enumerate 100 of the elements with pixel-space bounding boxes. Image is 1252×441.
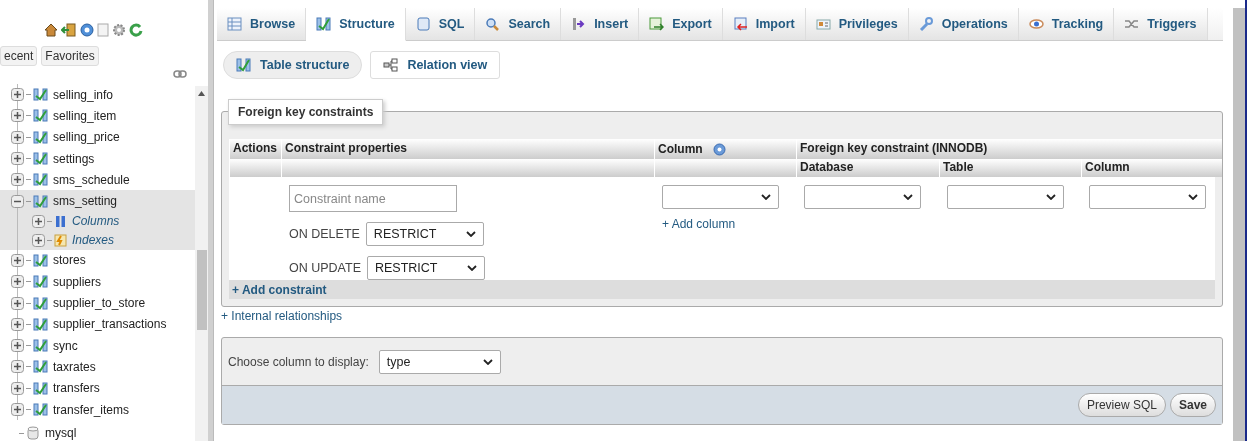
help-icon[interactable] [80,23,94,37]
expand-icon[interactable] [11,130,24,144]
database-name-link[interactable]: mysql [45,426,77,441]
tab[interactable]: Search [475,8,562,40]
table-icon[interactable] [33,339,48,353]
tab[interactable]: Triggers [1114,8,1208,40]
scroll-up-icon[interactable] [198,91,205,96]
gear-icon[interactable] [112,23,126,37]
scrollbar[interactable] [195,86,208,441]
table-name-link[interactable]: settings [53,151,95,166]
expand-icon[interactable] [32,233,45,247]
display-label: Choose column to display: [228,354,369,369]
expand-icon[interactable] [32,214,45,228]
sidebar-tab[interactable]: ecent [0,46,38,66]
reload-icon[interactable] [129,23,143,37]
column-dropdown[interactable] [662,185,779,209]
table-icon[interactable] [33,130,48,144]
tab[interactable]: Operations [908,8,1019,40]
table-name-link[interactable]: sms_setting [53,194,118,209]
on-update-dropdown[interactable]: RESTRICT [367,256,485,280]
table-icon[interactable] [33,381,48,395]
table-name-link[interactable]: transfer_items [53,402,130,417]
expand-icon[interactable] [11,109,24,123]
preview-button[interactable]: Preview SQL [1077,393,1166,417]
wrench-icon [918,17,934,31]
table-icon[interactable] [33,194,48,208]
tab[interactable]: Structure [306,8,406,41]
chevron-icon [467,265,477,271]
expand-icon[interactable] [11,173,24,187]
table-name-link[interactable]: supplier_transactions [53,317,167,332]
table-icon[interactable] [33,173,48,187]
table-icon[interactable] [33,253,48,267]
expand-icon[interactable] [11,88,24,102]
tab[interactable]: Export [639,8,723,40]
chart-table-icon [316,17,332,31]
chevron-icon [482,358,493,365]
expand-icon[interactable] [11,360,24,374]
table-icon[interactable] [33,88,48,102]
table-icon[interactable] [33,275,48,289]
dropdown[interactable] [1089,185,1206,209]
scrollbar[interactable] [1233,8,1245,441]
dropdown[interactable] [947,185,1064,209]
internal-relationships-link[interactable]: + Internal relationships [221,309,1223,323]
table-name-link[interactable]: taxrates [53,359,96,374]
expand-icon[interactable] [11,381,24,395]
tab[interactable]: Browse [217,8,307,40]
insert-icon [571,17,587,31]
tree-item-link[interactable]: Indexes [72,233,115,248]
table-name-link[interactable]: supplier_to_store [53,296,146,310]
table-name-link[interactable]: selling_price [53,130,120,145]
table-icon[interactable] [33,360,48,374]
table-icon[interactable] [33,296,48,310]
table-name-link[interactable]: sync [53,338,78,353]
tab[interactable]: Import [722,8,806,40]
tab[interactable]: Privileges [805,8,909,40]
table-icon[interactable] [33,317,48,331]
chevron-icon [1046,194,1056,200]
columns-icon[interactable] [54,214,67,228]
export-icon [649,17,665,31]
tree-item-link[interactable]: Columns [72,214,120,229]
database-icon[interactable] [27,426,39,441]
table-icon[interactable] [33,152,48,166]
table-name-link[interactable]: selling_item [53,108,117,123]
add-column-link[interactable]: + Add column [662,217,788,231]
expand-icon[interactable] [11,296,24,310]
subtab[interactable]: Table structure [223,51,363,79]
table-icon[interactable] [33,403,48,416]
display-column-dropdown[interactable]: type [378,349,501,374]
dropdown[interactable] [804,185,921,209]
collapse-icon[interactable] [11,194,24,208]
table-name-link[interactable]: stores [53,253,86,268]
table-icon[interactable] [33,109,48,123]
add-constraint-link[interactable]: + Add constraint [232,283,327,297]
chart-table-icon [236,58,251,72]
tab[interactable]: Tracking [1018,8,1115,40]
tab[interactable]: Insert [561,8,640,40]
help-icon[interactable] [712,142,726,156]
exit-door-icon[interactable] [61,23,77,37]
expand-icon[interactable] [11,317,24,331]
grid-table-icon [227,17,242,31]
expand-icon[interactable] [11,253,24,267]
expand-icon[interactable] [11,339,24,353]
on-delete-dropdown[interactable]: RESTRICT [365,222,484,246]
subtab[interactable]: Relation view [370,51,501,79]
link-icon[interactable] [173,70,187,78]
table-name-link[interactable]: selling_info [53,87,114,102]
tab[interactable]: SQL [405,8,476,40]
scrollbar-thumb[interactable] [197,250,207,330]
sidebar-tab[interactable]: Favorites [41,46,99,66]
table-name-link[interactable]: suppliers [53,274,102,289]
table-name-link[interactable]: sms_schedule [53,172,130,187]
save-button[interactable]: Save [1169,393,1216,417]
constraint-name-field[interactable]: Constraint name [289,185,457,212]
import-icon [732,17,748,31]
home-icon[interactable] [44,23,58,37]
index-icon[interactable] [54,233,67,247]
table-name-link[interactable]: transfers [53,381,100,396]
expand-icon[interactable] [11,403,24,416]
expand-icon[interactable] [11,152,24,166]
expand-icon[interactable] [11,275,24,289]
